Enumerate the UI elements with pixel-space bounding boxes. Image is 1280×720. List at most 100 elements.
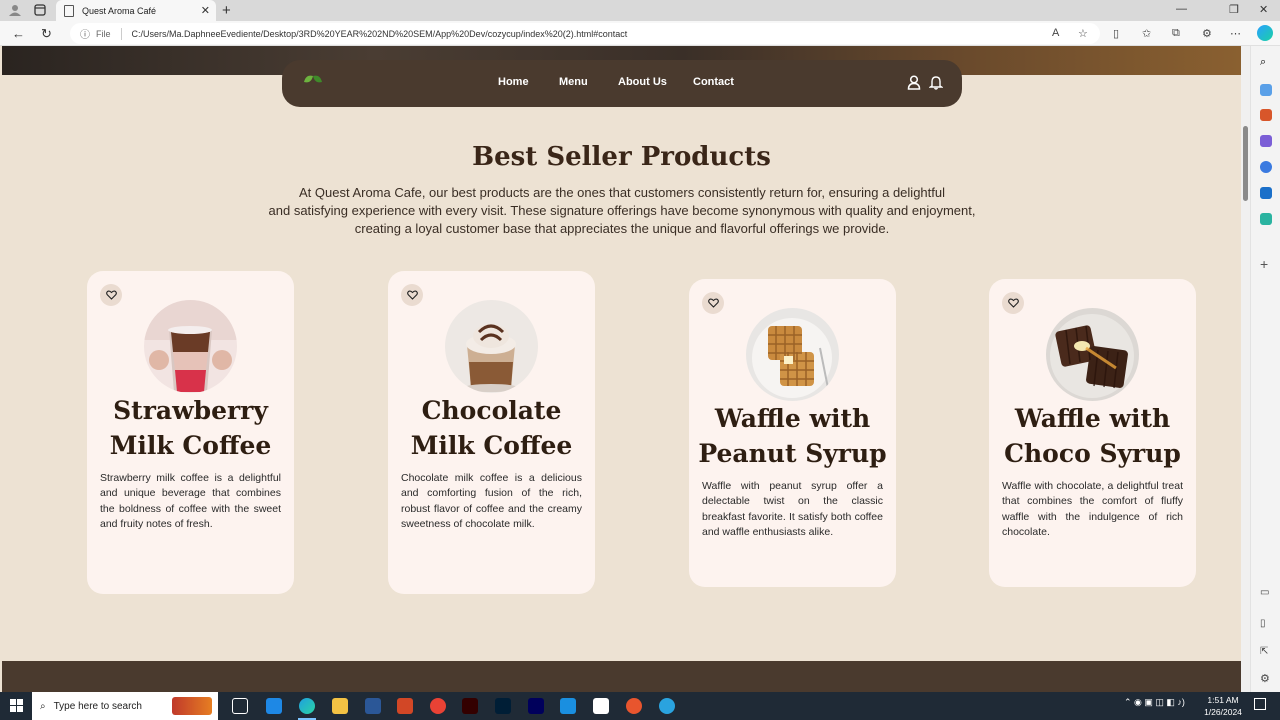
tab-actions-icon[interactable] bbox=[34, 4, 46, 16]
split-screen-icon[interactable]: ▯ bbox=[1113, 27, 1119, 40]
section-description: At Quest Aroma Cafe, our best products a… bbox=[242, 184, 1002, 238]
url-field[interactable]: ⓘ File C:/Users/Ma.DaphneeEvediente/Desk… bbox=[70, 23, 1100, 44]
photoshop-icon[interactable] bbox=[495, 698, 511, 714]
back-icon[interactable]: ← bbox=[12, 26, 25, 41]
edge-icon[interactable] bbox=[299, 698, 315, 714]
nav-link-about-us[interactable]: About Us bbox=[618, 76, 667, 88]
product-card-waffle-peanut-syrup[interactable]: Waffle with Peanut Syrup Waffle with pea… bbox=[689, 279, 896, 587]
section-description-line: At Quest Aroma Cafe, our best products a… bbox=[298, 185, 945, 200]
taskbar-search-placeholder: Type here to search bbox=[53, 700, 142, 712]
settings-gear-icon[interactable]: ⚙ bbox=[1260, 672, 1272, 685]
drop-icon[interactable] bbox=[1260, 213, 1272, 225]
product-title-line: Milk Coffee bbox=[410, 431, 573, 460]
product-card-chocolate-milk-coffee[interactable]: Chocolate Milk Coffee Chocolate milk cof… bbox=[388, 271, 595, 594]
search-icon[interactable]: ⌕ bbox=[1260, 56, 1272, 68]
shopping-icon[interactable] bbox=[1260, 84, 1272, 96]
section-description-line: creating a loyal customer base that appr… bbox=[354, 221, 890, 236]
outlook-icon[interactable] bbox=[1260, 187, 1272, 199]
sidebar-toggle-icon[interactable]: ▯ bbox=[1260, 618, 1272, 630]
product-title-line: Milk Coffee bbox=[109, 431, 272, 460]
powerpoint-icon[interactable] bbox=[397, 698, 413, 714]
extensions-icon[interactable]: ⚙ bbox=[1202, 27, 1212, 40]
product-card-strawberry-milk-coffee[interactable]: Strawberry Milk Coffee Strawberry milk c… bbox=[87, 271, 294, 594]
restore-icon[interactable]: ❐ bbox=[1229, 3, 1239, 16]
minimize-icon[interactable]: — bbox=[1176, 3, 1187, 15]
profile-icon[interactable] bbox=[9, 4, 21, 16]
nav-link-home[interactable]: Home bbox=[498, 76, 529, 88]
product-title: Strawberry Milk Coffee bbox=[87, 393, 294, 463]
favorites-icon[interactable]: ✩ bbox=[1142, 27, 1151, 40]
word-icon[interactable] bbox=[365, 698, 381, 714]
product-title-line: Peanut Syrup bbox=[698, 439, 887, 468]
chrome-icon[interactable] bbox=[430, 698, 446, 714]
footer-section bbox=[2, 661, 1241, 692]
heart-icon[interactable] bbox=[702, 292, 724, 314]
close-tab-icon[interactable]: ✕ bbox=[201, 4, 210, 17]
product-title: Waffle with Choco Syrup bbox=[989, 401, 1196, 471]
heart-icon[interactable] bbox=[1002, 292, 1024, 314]
product-description: Chocolate milk coffee is a delicious and… bbox=[401, 472, 582, 531]
close-window-icon[interactable]: ✕ bbox=[1259, 3, 1268, 16]
heart-icon[interactable] bbox=[100, 284, 122, 306]
premiere-icon[interactable] bbox=[528, 698, 544, 714]
add-sidebar-app-icon[interactable]: + bbox=[1260, 256, 1272, 272]
section-title: Best Seller Products bbox=[472, 142, 771, 172]
product-title-line: Chocolate bbox=[421, 396, 562, 425]
page-scrollbar[interactable] bbox=[1241, 46, 1250, 692]
product-title-line: Waffle with bbox=[714, 404, 871, 433]
product-title-line: Strawberry bbox=[113, 396, 268, 425]
taskbar-search-field[interactable]: ⌕ Type here to search bbox=[32, 692, 218, 720]
leaf-logo-icon[interactable] bbox=[302, 72, 324, 90]
page-icon bbox=[64, 4, 74, 17]
new-tab-icon[interactable]: + bbox=[222, 2, 231, 19]
tab-title: Quest Aroma Café bbox=[82, 5, 157, 16]
heart-icon[interactable] bbox=[401, 284, 423, 306]
info-icon: ⓘ bbox=[80, 30, 90, 41]
tools-icon[interactable] bbox=[1260, 109, 1272, 121]
more-menu-icon[interactable]: ⋯ bbox=[1230, 27, 1241, 40]
wps-icon[interactable] bbox=[626, 698, 642, 714]
product-image-chocolate-milk-coffee bbox=[445, 300, 538, 393]
product-title-line: Choco Syrup bbox=[1004, 439, 1181, 468]
nav-link-contact[interactable]: Contact bbox=[693, 76, 734, 88]
site-navbar: Home Menu About Us Contact bbox=[282, 60, 962, 107]
web-page: Home Menu About Us Contact Best Seller P… bbox=[2, 46, 1241, 692]
tab-quest-aroma-cafe[interactable]: Quest Aroma Café ✕ bbox=[56, 0, 216, 21]
product-title: Chocolate Milk Coffee bbox=[388, 393, 595, 463]
browser-tab-bar: Quest Aroma Café ✕ + — ❐ ✕ bbox=[0, 0, 1280, 21]
capcut-icon[interactable] bbox=[593, 698, 609, 714]
url-separator bbox=[120, 27, 122, 40]
games-icon[interactable] bbox=[1260, 135, 1272, 147]
open-external-icon[interactable]: ⇱ bbox=[1260, 646, 1272, 658]
notifications-icon[interactable] bbox=[1254, 698, 1266, 710]
address-bar-row: ← ↻ ⓘ File C:/Users/Ma.DaphneeEvediente/… bbox=[0, 21, 1280, 46]
windows-start-icon[interactable] bbox=[10, 699, 23, 712]
product-card-waffle-choco-syrup[interactable]: Waffle with Choco Syrup Waffle with choc… bbox=[989, 279, 1196, 587]
task-view-icon[interactable] bbox=[232, 698, 248, 714]
screen-icon[interactable]: ▭ bbox=[1260, 587, 1272, 599]
url-scheme-label: File bbox=[96, 28, 111, 39]
section-description-line: and satisfying experience with every vis… bbox=[268, 203, 976, 218]
read-aloud-icon[interactable]: A bbox=[1052, 27, 1059, 39]
mail-icon[interactable] bbox=[266, 698, 282, 714]
bell-icon[interactable] bbox=[929, 75, 943, 90]
collections-icon[interactable]: ⧉ bbox=[1172, 27, 1180, 40]
illustrator-icon[interactable] bbox=[462, 698, 478, 714]
taskbar-clock[interactable]: 1:51 AM 1/26/2024 bbox=[1200, 694, 1246, 718]
file-explorer-icon[interactable] bbox=[332, 698, 348, 714]
scrollbar-thumb[interactable] bbox=[1243, 126, 1248, 201]
system-tray-icons[interactable]: ⌃ ◉ ▣ ◫ ◧ ♪) bbox=[1124, 697, 1185, 708]
product-image-waffle-peanut-syrup bbox=[746, 308, 839, 401]
microsoft-365-icon[interactable] bbox=[1260, 161, 1272, 173]
telegram-icon[interactable] bbox=[659, 698, 675, 714]
refresh-icon[interactable]: ↻ bbox=[41, 26, 52, 42]
windows-taskbar: ⌕ Type here to search ⌃ ◉ ▣ ◫ ◧ ♪) 1:51 … bbox=[0, 692, 1280, 720]
product-description: Waffle with chocolate, a delightful trea… bbox=[1002, 480, 1183, 539]
user-icon[interactable] bbox=[907, 75, 921, 90]
nav-link-menu[interactable]: Menu bbox=[559, 76, 588, 88]
copilot-icon[interactable] bbox=[1257, 25, 1273, 41]
product-description: Waffle with peanut syrup offer a delecta… bbox=[702, 480, 883, 539]
clock-date: 1/26/2024 bbox=[1204, 707, 1242, 717]
app-icon[interactable] bbox=[560, 698, 576, 714]
favorite-star-icon[interactable]: ☆ bbox=[1078, 27, 1088, 40]
